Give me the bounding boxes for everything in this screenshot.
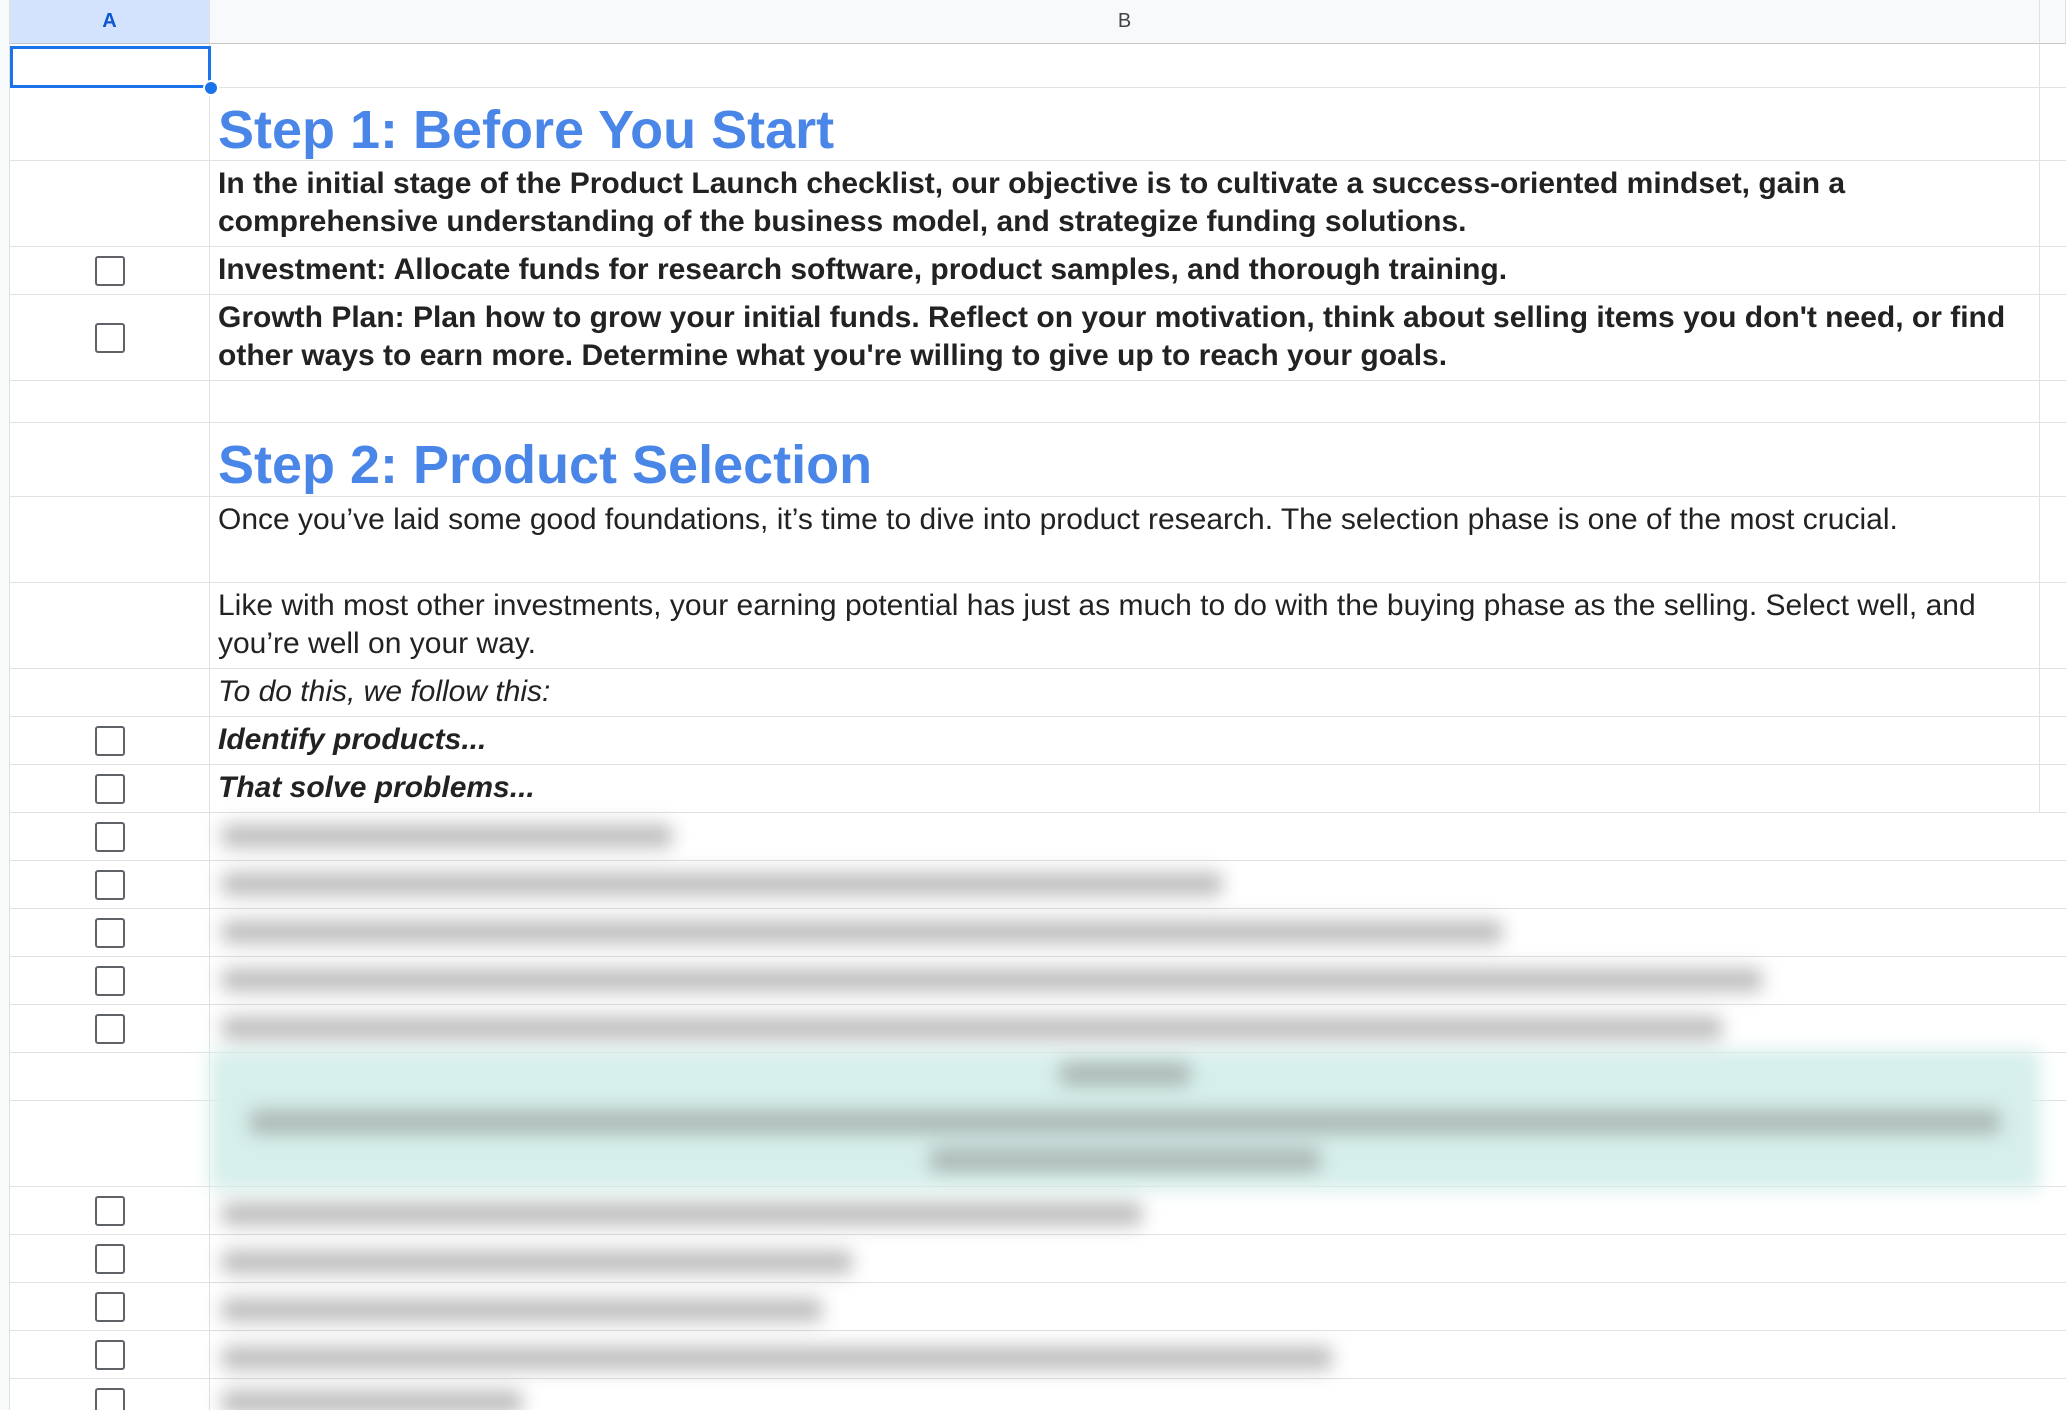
row-1 xyxy=(10,44,2066,88)
cell-a18[interactable] xyxy=(10,1053,210,1100)
blurred-line xyxy=(222,1298,822,1322)
row-solve-problems: That solve problems... xyxy=(10,765,2066,813)
cell-a24[interactable] xyxy=(10,1379,210,1410)
column-header-a[interactable]: A xyxy=(10,0,210,44)
cell-a17[interactable] xyxy=(10,1005,210,1052)
cell-b10[interactable]: To do this, we follow this: xyxy=(210,669,2040,716)
cell-a8[interactable] xyxy=(10,497,210,582)
follow-this-text: To do this, we follow this: xyxy=(218,675,551,708)
row-follow-this: To do this, we follow this: xyxy=(10,669,2066,717)
cell-b11[interactable]: Identify products... xyxy=(210,717,2040,764)
cell-b1[interactable] xyxy=(210,44,2040,87)
fill-handle[interactable] xyxy=(203,80,219,96)
blurred-line xyxy=(222,872,1222,896)
identify-products-text: Identify products... xyxy=(218,723,487,756)
cell-b4[interactable]: Investment: Allocate funds for research … xyxy=(210,247,2040,294)
blurred-line xyxy=(222,1250,852,1274)
cell-a11[interactable] xyxy=(10,717,210,764)
checkbox-icon[interactable] xyxy=(94,1291,125,1322)
blurred-tip-box xyxy=(210,1050,2040,1190)
checkbox-icon[interactable] xyxy=(94,725,125,756)
step2-heading: Step 2: Product Selection xyxy=(218,435,873,495)
cell-a4[interactable] xyxy=(10,247,210,294)
cell-a20[interactable] xyxy=(10,1187,210,1234)
checkbox-icon[interactable] xyxy=(94,821,125,852)
row-step1-intro: In the initial stage of the Product Laun… xyxy=(10,161,2066,247)
checkbox-icon[interactable] xyxy=(94,917,125,948)
cell-a21[interactable] xyxy=(10,1235,210,1282)
cell-a6[interactable] xyxy=(10,381,210,422)
cell-b2[interactable]: Step 1: Before You Start xyxy=(210,88,2040,160)
active-cell-a1[interactable] xyxy=(10,46,211,88)
row-step1-heading: Step 1: Before You Start xyxy=(10,88,2066,161)
cell-a10[interactable] xyxy=(10,669,210,716)
column-header-a-label: A xyxy=(102,10,117,32)
column-header-c[interactable] xyxy=(2040,0,2066,44)
checkbox-icon[interactable] xyxy=(94,1339,125,1370)
row-step2-para: Like with most other investments, your e… xyxy=(10,583,2066,669)
cell-a3[interactable] xyxy=(10,161,210,246)
step1-intro-text: In the initial stage of the Product Laun… xyxy=(218,167,1846,238)
checkbox-icon[interactable] xyxy=(94,1013,125,1044)
cell-b9[interactable]: Like with most other investments, your e… xyxy=(210,583,2040,668)
checkbox-icon[interactable] xyxy=(94,322,125,353)
cell-a23[interactable] xyxy=(10,1331,210,1378)
cell-a19[interactable] xyxy=(10,1101,210,1186)
row-identify-products: Identify products... xyxy=(10,717,2066,765)
cell-b5[interactable]: Growth Plan: Plan how to grow your initi… xyxy=(210,295,2040,380)
cell-a22[interactable] xyxy=(10,1283,210,1330)
blurred-line xyxy=(222,1346,1332,1370)
cell-b3[interactable]: In the initial stage of the Product Laun… xyxy=(210,161,2040,246)
blurred-line xyxy=(222,1202,1142,1226)
row-6 xyxy=(10,381,2066,423)
step2-intro-text: Once you’ve laid some good foundations, … xyxy=(218,503,1898,536)
cell-a13[interactable] xyxy=(10,813,210,860)
cell-a14[interactable] xyxy=(10,861,210,908)
cell-a2[interactable] xyxy=(10,88,210,160)
cell-b12[interactable]: That solve problems... xyxy=(210,765,2040,812)
step1-heading: Step 1: Before You Start xyxy=(218,100,835,160)
blurred-line xyxy=(222,920,1502,944)
blurred-line xyxy=(222,1016,1722,1040)
investment-text: Investment: Allocate funds for research … xyxy=(218,253,1508,286)
cell-b6[interactable] xyxy=(210,381,2040,422)
cell-a7[interactable] xyxy=(10,423,210,496)
checkbox-icon[interactable] xyxy=(94,1195,125,1226)
step2-para-text: Like with most other investments, your e… xyxy=(218,589,1976,660)
row-header-strip xyxy=(0,0,10,1410)
blurred-line xyxy=(222,1390,522,1410)
checkbox-icon[interactable] xyxy=(94,773,125,804)
blurred-line xyxy=(222,968,1762,992)
column-header-b[interactable]: B xyxy=(210,0,2040,44)
cell-a15[interactable] xyxy=(10,909,210,956)
row-growth-plan: Growth Plan: Plan how to grow your initi… xyxy=(10,295,2066,381)
cell-a5[interactable] xyxy=(10,295,210,380)
checkbox-icon[interactable] xyxy=(94,1387,125,1410)
growth-plan-text: Growth Plan: Plan how to grow your initi… xyxy=(218,301,2006,372)
blurred-content xyxy=(210,812,2040,1410)
cell-a9[interactable] xyxy=(10,583,210,668)
blurred-line xyxy=(222,824,672,848)
cell-a16[interactable] xyxy=(10,957,210,1004)
row-step2-intro: Once you’ve laid some good foundations, … xyxy=(10,497,2066,583)
row-step2-heading: Step 2: Product Selection xyxy=(10,423,2066,497)
cell-a12[interactable] xyxy=(10,765,210,812)
checkbox-icon[interactable] xyxy=(94,869,125,900)
solve-problems-text: That solve problems... xyxy=(218,771,535,804)
checkbox-icon[interactable] xyxy=(94,1243,125,1274)
cell-b7[interactable]: Step 2: Product Selection xyxy=(210,423,2040,496)
column-header-b-label: B xyxy=(1117,10,1132,32)
cell-b8[interactable]: Once you’ve laid some good foundations, … xyxy=(210,497,2040,582)
checkbox-icon[interactable] xyxy=(94,965,125,996)
row-investment: Investment: Allocate funds for research … xyxy=(10,247,2066,295)
checkbox-icon[interactable] xyxy=(94,255,125,286)
spreadsheet: A B Step 1: Before You Start In the init… xyxy=(0,0,2066,1410)
